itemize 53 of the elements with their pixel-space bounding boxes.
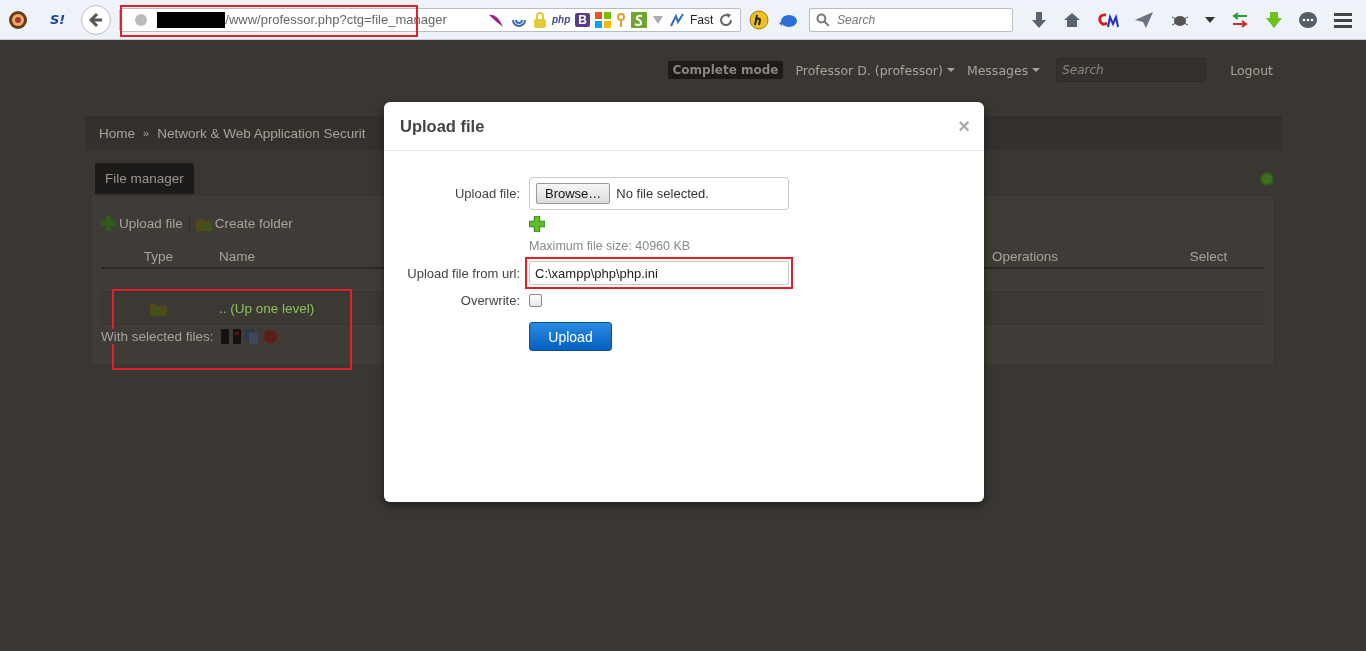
field-label: Overwrite: (459, 293, 520, 308)
speed-label[interactable]: Fast (689, 12, 714, 27)
file-input[interactable]: Browse… No file selected. (529, 177, 789, 210)
breadcrumb-separator: » (143, 127, 150, 139)
tab[interactable]: File manager (95, 163, 194, 194)
logo-icon[interactable] (1096, 10, 1119, 29)
php-extension[interactable]: php (551, 14, 571, 25)
search-field[interactable]: Search (1056, 58, 1207, 82)
extension-badge[interactable]: S! (50, 12, 66, 27)
download-icon[interactable] (1031, 10, 1048, 29)
windows-icon[interactable] (594, 11, 611, 28)
breadcrumb-link[interactable]: Home (99, 125, 135, 141)
bootstrap-extension[interactable]: B (575, 12, 590, 27)
s-logo-icon[interactable] (630, 11, 647, 28)
dialog-title: Upload file (400, 116, 485, 136)
column-header[interactable]: Type (101, 248, 216, 264)
add-icon[interactable] (529, 216, 545, 232)
file-size-note: Maximum file size: 40960 KB (529, 239, 691, 253)
user-menu[interactable]: Professor D. (professor) (795, 62, 955, 78)
swap-arrows-icon[interactable] (1231, 10, 1250, 29)
home-icon[interactable] (1062, 11, 1081, 28)
back-arrow-icon (88, 11, 105, 28)
lightning-icon[interactable] (668, 11, 685, 28)
column-header[interactable]: Select (1151, 248, 1266, 264)
back-button[interactable] (81, 4, 112, 35)
messages-menu[interactable]: Messages (966, 62, 1041, 78)
redaction-box (157, 11, 226, 28)
overwrite-checkbox[interactable] (529, 294, 542, 307)
field-label: Upload file from url: (406, 265, 520, 281)
upload-button[interactable]: Upload (529, 322, 612, 351)
paper-plane-icon[interactable] (1134, 10, 1155, 29)
h-badge-icon[interactable] (749, 9, 770, 30)
breadcrumb-link[interactable]: Network & Web Application Securit (157, 125, 366, 141)
search-field[interactable]: Search (809, 7, 1014, 32)
with-selected-label: With selected files: (101, 329, 214, 344)
chat-icon[interactable] (1298, 10, 1319, 29)
browse-button[interactable]: Browse… (536, 183, 611, 204)
globe-icon (134, 12, 149, 27)
app-logo-icon[interactable] (8, 9, 28, 30)
url-input[interactable]: C:\xampp\php\php.ini (529, 261, 789, 285)
search-icon (816, 12, 831, 27)
toolbar-link[interactable]: Create folder (195, 215, 293, 231)
mode-badge[interactable]: Complete mode (667, 61, 784, 79)
menu-icon[interactable] (1333, 11, 1352, 28)
search-input[interactable]: Search (835, 11, 1007, 28)
toolbar-link[interactable]: Upload file (101, 215, 183, 231)
reload-icon[interactable] (718, 11, 735, 28)
column-header[interactable]: Operations (986, 248, 1151, 264)
field-label: Upload file: (453, 186, 520, 201)
plus-icon (101, 215, 116, 231)
file-status: No file selected. (616, 186, 709, 201)
logout-link[interactable]: Logout (1230, 62, 1273, 78)
dropdown-icon[interactable] (1205, 15, 1216, 24)
